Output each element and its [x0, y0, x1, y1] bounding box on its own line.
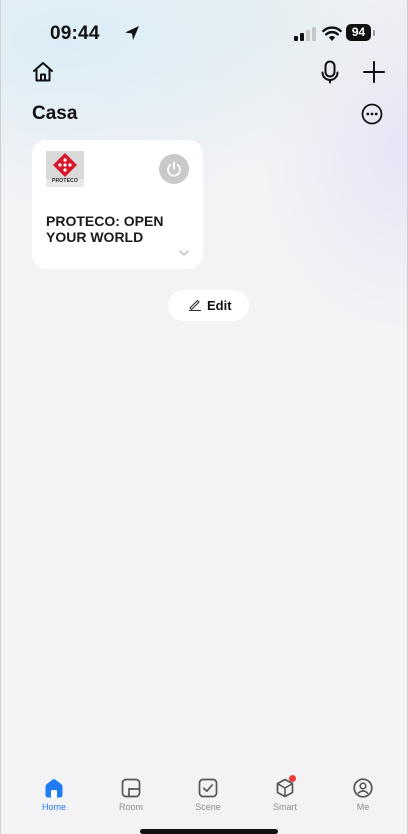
- status-time: 09:44: [50, 23, 100, 44]
- page-title: Casa: [32, 103, 78, 124]
- tab-label-room: Room: [118, 802, 143, 812]
- tab-label-scene: Scene: [195, 802, 221, 812]
- plus-icon[interactable]: [362, 60, 386, 84]
- tab-smart[interactable]: Smart: [255, 770, 315, 818]
- tab-label-home: Home: [41, 802, 66, 812]
- room-icon: [121, 778, 141, 798]
- battery-tip: [373, 30, 375, 36]
- tab-room[interactable]: Room: [101, 770, 161, 818]
- edit-label: Edit: [207, 298, 232, 313]
- edit-button[interactable]: Edit: [168, 290, 249, 321]
- notification-dot: [289, 775, 296, 782]
- pencil-icon: [189, 299, 201, 311]
- app-screen: 09:44 94 Casa PROTECO PROTECO: OPEN YOUR…: [0, 0, 408, 834]
- tab-label-me: Me: [356, 802, 370, 812]
- power-icon: [167, 161, 181, 177]
- battery-indicator: 94: [346, 24, 376, 42]
- location-arrow-icon: [125, 26, 139, 40]
- more-icon[interactable]: [361, 103, 383, 125]
- battery-level: 94: [346, 24, 371, 41]
- device-name: PROTECO: OPEN YOUR WORLD: [46, 213, 164, 245]
- microphone-icon[interactable]: [319, 60, 341, 84]
- me-icon: [353, 778, 373, 798]
- wifi-icon: [322, 26, 342, 41]
- home-icon[interactable]: [32, 61, 54, 83]
- home-indicator[interactable]: [140, 829, 278, 834]
- tab-home[interactable]: Home: [24, 770, 84, 818]
- logo-label: PROTECO: [51, 178, 79, 184]
- status-bar: 09:44 94: [1, 0, 407, 60]
- device-card[interactable]: PROTECO PROTECO: OPEN YOUR WORLD: [32, 140, 203, 269]
- power-button[interactable]: [159, 154, 189, 184]
- scene-icon: [198, 778, 218, 798]
- cellular-signal-icon: [294, 27, 316, 41]
- tab-bar: Home Room Scene Smart Me: [1, 770, 407, 834]
- tab-me[interactable]: Me: [333, 770, 393, 818]
- tab-scene[interactable]: Scene: [178, 770, 238, 818]
- chevron-down-icon[interactable]: [179, 249, 189, 257]
- tab-label-smart: Smart: [272, 802, 297, 812]
- home-tab-icon: [45, 779, 63, 798]
